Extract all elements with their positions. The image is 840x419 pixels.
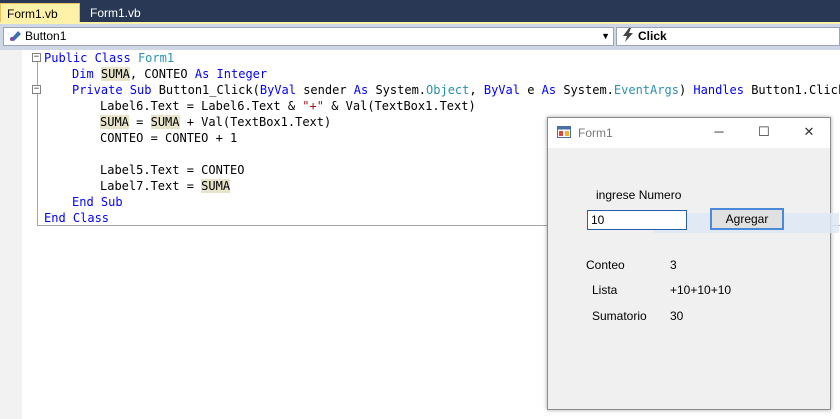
code-line: Label5.Text = CONTEO [100,163,245,177]
highlighted-symbol: SUMA [100,67,130,81]
conteo-value: 3 [670,258,677,272]
code-text-segment: = [128,115,151,129]
keyword: Integer [216,67,268,81]
form1-window: Form1 ─ ☐ ✕ ingrese Numero 10 Agregar Co… [547,117,839,410]
keyword: Private Sub [72,83,152,97]
code-text-segment: sender [295,83,354,97]
code-text-segment: ) [678,83,694,97]
conteo-label: Conteo [586,258,625,272]
window-titlebar[interactable]: Form1 ─ ☐ ✕ [548,118,830,148]
code-line: End Class [44,210,109,226]
keyword: ByVal [483,83,520,97]
window-title: Form1 [578,126,613,140]
code-line: Dim SUMA, CONTEO As Integer [72,66,267,82]
close-icon[interactable]: ✕ [795,122,823,142]
agregar-button[interactable]: Agregar [710,208,784,230]
number-input[interactable]: 10 [587,210,687,230]
keyword: Handles [693,83,744,97]
highlighted-symbol: SUMA [100,115,129,129]
keyword: End Class [44,211,110,225]
code-text-segment: & Val(TextBox1.Text) [323,99,476,113]
keyword: Dim [72,67,94,81]
code-text-segment: , [469,83,484,97]
code-text-segment: Label7.Text = [100,179,202,193]
lista-label: Lista [592,283,618,297]
keyword: As [194,67,210,81]
code-line: SUMA = SUMA + Val(TextBox1.Text) [100,114,331,130]
code-text-segment: Button1_Click( [151,83,260,97]
code-text-segment: Button1.Click [743,83,840,97]
type-name: EventArgs [613,83,679,97]
highlighted-symbol: SUMA [201,179,231,193]
form-app-icon [557,126,571,138]
object-dropdown-value: Button1 [25,29,67,43]
lightning-icon [622,28,634,47]
code-line: Label7.Text = SUMA [100,178,231,194]
indicator-margin [0,50,22,419]
type-name: Object [426,83,470,97]
event-dropdown-value: Click [638,29,667,43]
code-text-segment: System. [556,83,614,97]
chevron-down-icon[interactable]: ▼ [601,28,610,45]
sumatorio-value: 30 [670,309,684,323]
keyword: ByVal [259,83,296,97]
sumatorio-label: Sumatorio [592,309,647,323]
lista-value: +10+10+10 [670,283,732,297]
keyword: Public Class [44,51,131,65]
string-literal: "+" [302,99,324,113]
tab-form1-vb[interactable]: Form1.vb [0,3,80,24]
code-line: End Sub [72,194,123,210]
object-dropdown[interactable]: Button1 ▼ [3,27,614,46]
type-name: Form1 [137,51,175,65]
event-dropdown[interactable]: Click [616,27,840,46]
control-icon [9,28,23,47]
maximize-icon[interactable]: ☐ [750,122,778,142]
collapse-sub-icon[interactable]: − [32,85,41,94]
navigation-bar: Button1 ▼ Click [0,24,840,50]
keyword: As [541,83,557,97]
code-line: Public Class Form1 [44,50,174,66]
keyword: End Sub [72,195,123,209]
highlighted-symbol: SUMA [150,115,180,129]
tab-form1-design[interactable]: Form1.vb [Diseño] [84,3,192,40]
code-line: Private Sub Button1_Click(ByVal sender A… [72,82,840,98]
code-text-segment: System. [368,83,427,97]
collapse-class-icon[interactable]: − [32,53,41,62]
document-tab-strip: Form1.vb Form1.vb [Diseño] [0,0,840,40]
code-text-segment: e [519,83,542,97]
prompt-label: ingrese Numero [596,188,682,202]
code-line: Label6.Text = Label6.Text & "+" & Val(Te… [100,98,476,114]
code-text-segment: + Val(TextBox1.Text) [179,115,332,129]
minimize-icon[interactable]: ─ [705,122,733,142]
keyword: As [353,83,369,97]
code-text: Public Class Form1 Dim SUMA, CONTEO As I… [44,50,840,225]
code-line: CONTEO = CONTEO + 1 [100,131,238,145]
code-text-segment: Label6.Text = Label6.Text & [100,99,303,113]
code-text-segment: , CONTEO [129,67,195,81]
